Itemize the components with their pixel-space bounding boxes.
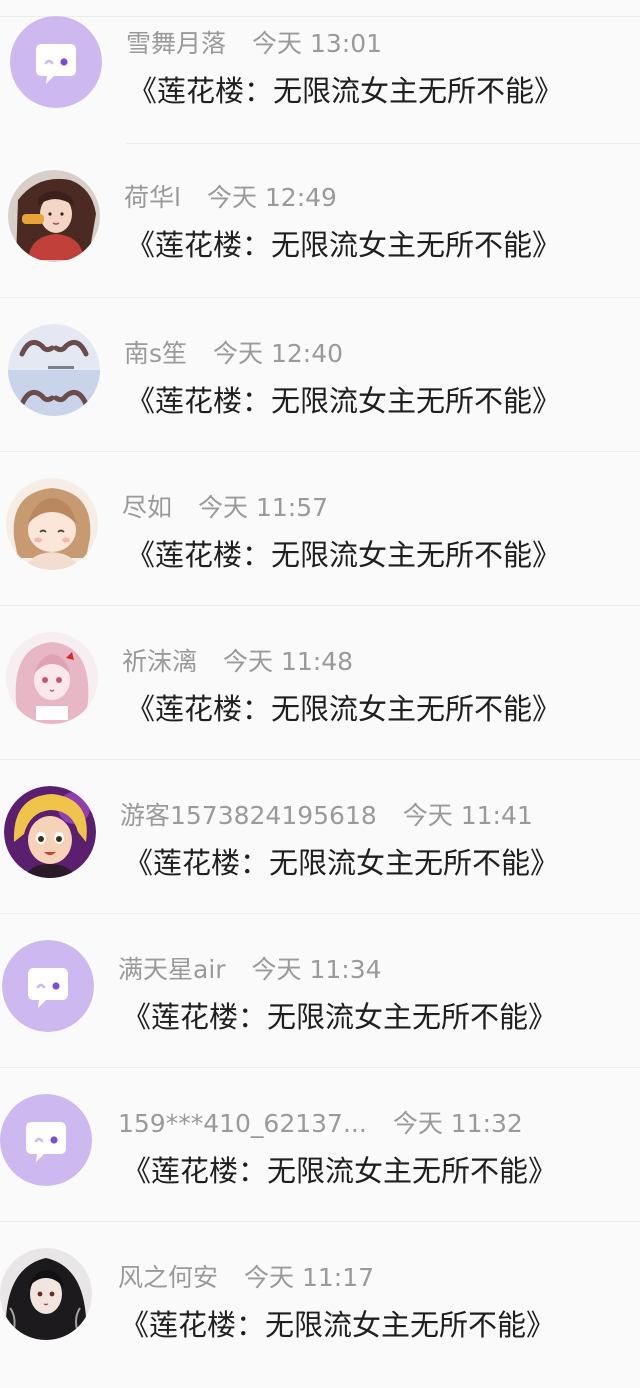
comment-meta: 风之何安 今天 11:17 xyxy=(118,1258,374,1294)
comment-meta: 159***410_62137... 今天 11:32 xyxy=(118,1104,523,1140)
timestamp: 今天 11:34 xyxy=(251,955,382,984)
default-avatar-icon[interactable] xyxy=(0,1094,92,1186)
timestamp: 今天 13:01 xyxy=(252,29,383,58)
comment-meta: 雪舞月落 今天 13:01 xyxy=(126,24,382,60)
list-item[interactable]: 159***410_62137... 今天 11:32 《莲花楼：无限流女主无所不… xyxy=(0,1078,640,1232)
timestamp: 今天 12:40 xyxy=(213,339,344,368)
comment-meta: 游客1573824195618 今天 11:41 xyxy=(120,796,533,832)
list-item[interactable]: 风之何安 今天 11:17 《莲花楼：无限流女主无所不能》 xyxy=(0,1232,640,1386)
timestamp: 今天 11:48 xyxy=(223,647,354,676)
default-avatar-icon[interactable] xyxy=(10,16,102,108)
username[interactable]: 尽如 xyxy=(122,493,172,522)
username[interactable]: 南s笙 xyxy=(124,339,187,368)
divider xyxy=(126,143,640,144)
divider xyxy=(0,759,640,760)
username[interactable]: 游客1573824195618 xyxy=(120,801,377,830)
username[interactable]: 雪舞月落 xyxy=(126,29,226,58)
list-item[interactable]: 尽如 今天 11:57 《莲花楼：无限流女主无所不能》 xyxy=(0,462,640,616)
default-avatar-icon[interactable] xyxy=(2,940,94,1032)
chibi-girl-avatar-icon[interactable] xyxy=(6,478,98,570)
timestamp: 今天 11:41 xyxy=(402,801,533,830)
hands-sky-avatar-icon[interactable] xyxy=(8,324,100,416)
timestamp: 今天 11:17 xyxy=(244,1263,375,1292)
comment-text: 《莲花楼：无限流女主无所不能》 xyxy=(124,846,560,880)
anime-girl-red-avatar-icon[interactable] xyxy=(8,170,100,262)
comment-text: 《莲花楼：无限流女主无所不能》 xyxy=(126,228,562,262)
comment-text: 《莲花楼：无限流女主无所不能》 xyxy=(126,692,562,726)
username[interactable]: 荷华l xyxy=(124,183,181,212)
comment-text: 《莲花楼：无限流女主无所不能》 xyxy=(126,538,562,572)
divider xyxy=(0,913,640,914)
list-item[interactable]: 雪舞月落 今天 13:01 《莲花楼：无限流女主无所不能》 xyxy=(0,0,640,154)
comment-text: 《莲花楼：无限流女主无所不能》 xyxy=(128,74,564,108)
timestamp: 今天 12:49 xyxy=(206,183,337,212)
blonde-doll-avatar-icon[interactable] xyxy=(4,786,96,878)
list-item[interactable]: 南s笙 今天 12:40 《莲花楼：无限流女主无所不能》 xyxy=(0,308,640,462)
dark-hair-girl-avatar-icon[interactable] xyxy=(0,1248,92,1340)
comment-meta: 尽如 今天 11:57 xyxy=(122,488,328,524)
pink-hair-girl-avatar-icon[interactable] xyxy=(6,632,98,724)
list-item[interactable]: 祈沫漓 今天 11:48 《莲花楼：无限流女主无所不能》 xyxy=(0,616,640,770)
divider xyxy=(0,1067,640,1068)
comment-meta: 祈沫漓 今天 11:48 xyxy=(122,642,353,678)
username[interactable]: 159***410_62137... xyxy=(118,1109,367,1138)
comment-text: 《莲花楼：无限流女主无所不能》 xyxy=(122,1000,558,1034)
comment-text: 《莲花楼：无限流女主无所不能》 xyxy=(120,1308,556,1342)
username[interactable]: 祈沫漓 xyxy=(122,647,197,676)
username[interactable]: 满天星air xyxy=(118,955,226,984)
list-item[interactable]: 游客1573824195618 今天 11:41 《莲花楼：无限流女主无所不能》 xyxy=(0,770,640,924)
comment-meta: 满天星air 今天 11:34 xyxy=(118,950,382,986)
comment-text: 《莲花楼：无限流女主无所不能》 xyxy=(122,1154,558,1188)
comment-text: 《莲花楼：无限流女主无所不能》 xyxy=(126,384,562,418)
divider xyxy=(0,605,640,606)
timestamp: 今天 11:57 xyxy=(198,493,329,522)
list-item[interactable]: 荷华l 今天 12:49 《莲花楼：无限流女主无所不能》 xyxy=(0,154,640,308)
comment-meta: 南s笙 今天 12:40 xyxy=(124,334,343,370)
divider xyxy=(0,1221,640,1222)
divider xyxy=(0,297,640,298)
username[interactable]: 风之何安 xyxy=(118,1263,218,1292)
timestamp: 今天 11:32 xyxy=(392,1109,523,1138)
list-item[interactable]: 满天星air 今天 11:34 《莲花楼：无限流女主无所不能》 xyxy=(0,924,640,1078)
comment-meta: 荷华l 今天 12:49 xyxy=(124,178,337,214)
divider xyxy=(0,451,640,452)
